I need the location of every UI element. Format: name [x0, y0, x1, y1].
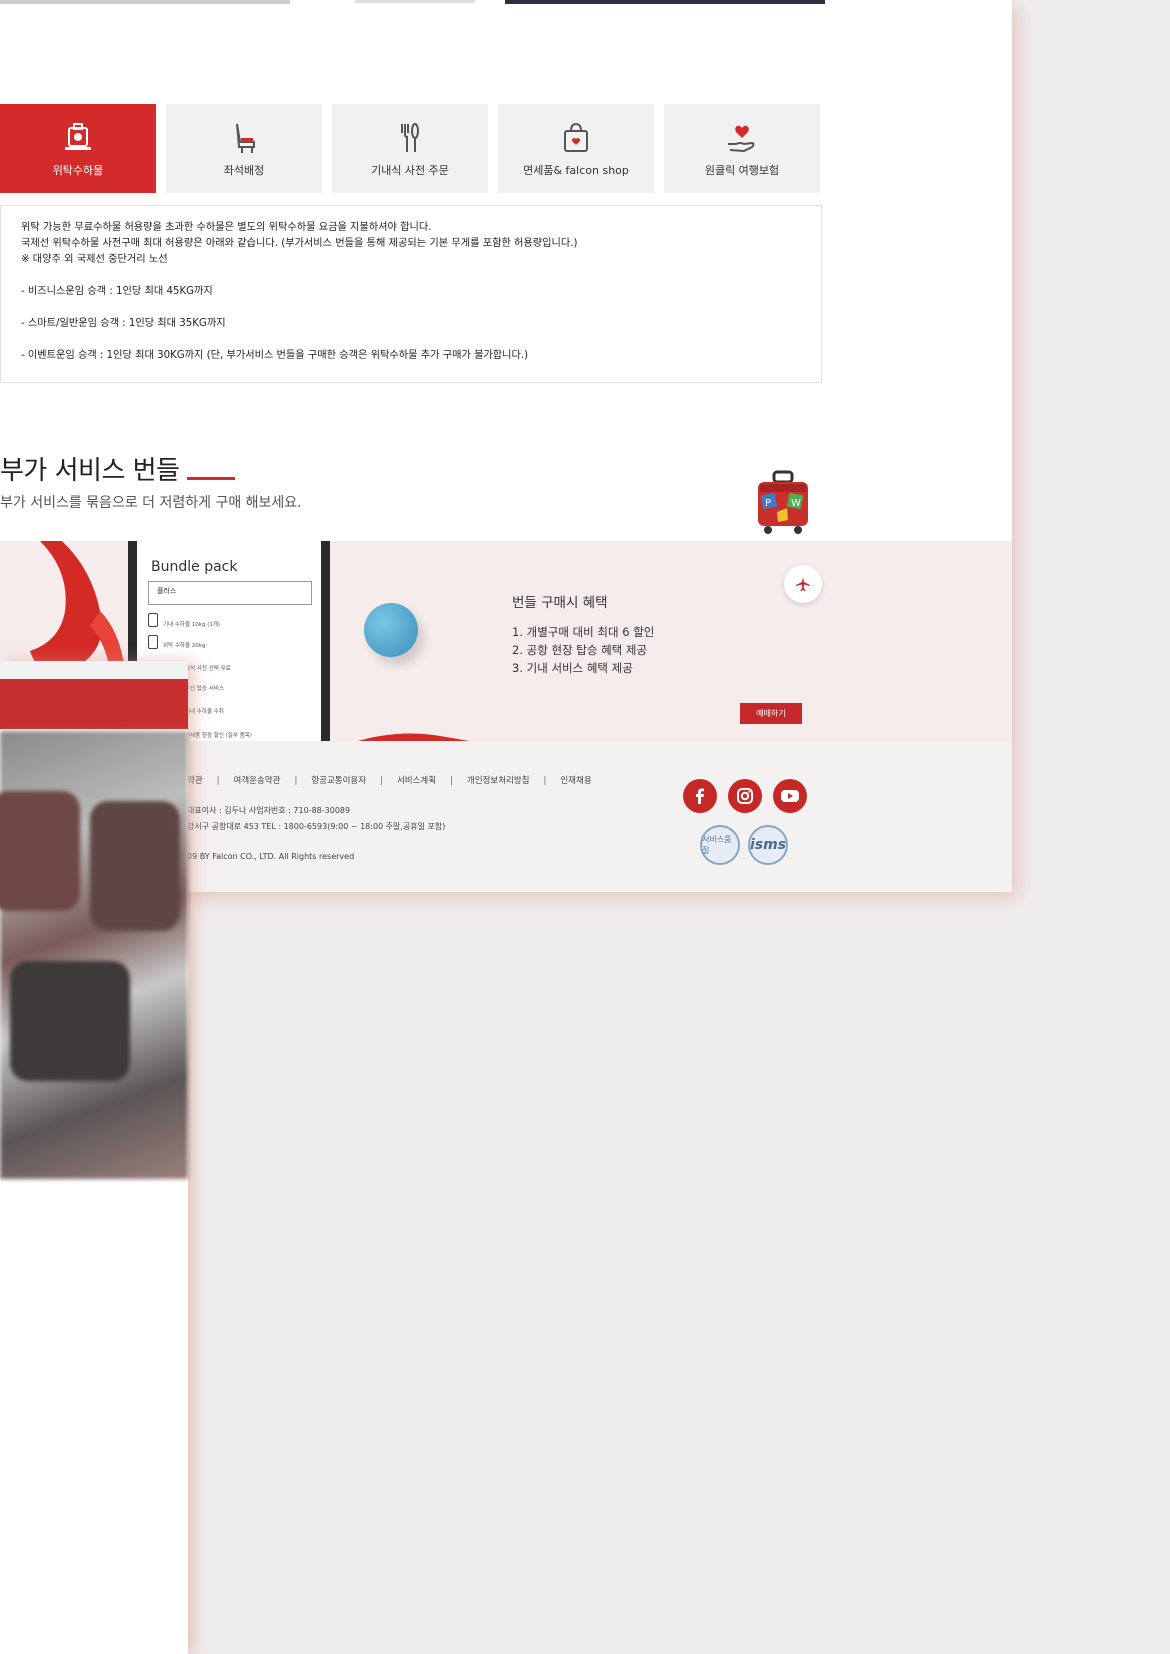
- phone-row: 좌석 사전 선택 무료: [185, 666, 231, 672]
- service-quality-cert-badge: 서비스품질: [700, 825, 740, 865]
- tab-seat[interactable]: 좌석배정: [166, 104, 322, 193]
- phone-plan-label: 플러스: [157, 587, 177, 595]
- footer-link-privacy[interactable]: 개인정보처리방침: [467, 776, 530, 786]
- svg-text:P: P: [765, 498, 771, 509]
- luggage-icon: [148, 635, 158, 649]
- benefit-title: 번들 구매시 혜택: [512, 595, 608, 611]
- ribbon-decoration: [358, 733, 470, 741]
- info-text: ※ 대양주 외 국제선 중단거리 노선: [21, 254, 168, 265]
- shopping-bag-icon: [564, 122, 588, 152]
- svg-text:W: W: [791, 498, 801, 509]
- tab-label: 위탁수하물: [52, 163, 104, 177]
- youtube-icon: [781, 790, 799, 802]
- info-business-fare: - 비즈니스운임 승객 : 1인당 최대 45KG까지: [21, 286, 213, 297]
- seat-shape: [0, 791, 80, 911]
- facebook-icon: [696, 788, 704, 804]
- phone-row: 면세품 현장 할인 (일부 품목): [185, 733, 252, 739]
- phone-plan-box: 플러스: [148, 581, 312, 605]
- phone-row: 기내 수하물 수취: [185, 709, 224, 715]
- footer-link-careers[interactable]: 인재채용: [560, 776, 591, 786]
- seat-icon: [236, 123, 255, 153]
- tab-travel-insurance[interactable]: 원클릭 여행보험: [664, 104, 820, 193]
- info-text: 위탁 가능한 무료수하물 허용량을 초과한 수하물은 별도의 위탁수하물 요금을…: [21, 222, 432, 233]
- footer-link-service-plan[interactable]: 서비스계획: [397, 776, 436, 786]
- meal-icon: [401, 122, 419, 152]
- benefit-item: 2. 공항 현장 탑승 혜택 제공: [512, 643, 648, 657]
- luggage-icon: [148, 613, 158, 627]
- instagram-icon: [737, 788, 753, 804]
- top-divider: [0, 0, 290, 4]
- airplane-cabin-photo: [0, 731, 188, 1179]
- title-underline: [187, 477, 235, 480]
- cert-label: isms: [749, 837, 787, 853]
- cert-label: 서비스품질: [702, 835, 732, 855]
- phone-title: Bundle pack: [151, 559, 238, 575]
- tab-duty-free-shop[interactable]: 면세품& falcon shop: [498, 104, 654, 193]
- instagram-button[interactable]: [728, 779, 762, 813]
- service-tabs: 위탁수하물 좌석배정 기내식 사전 주문 면세품& falcon shop 원클…: [0, 104, 820, 193]
- tab-label: 기내식 사전 주문: [371, 163, 449, 177]
- preview-red-banner: [0, 679, 188, 729]
- tab-checked-baggage[interactable]: 위탁수하물: [0, 104, 156, 193]
- preview-header-bar: [0, 661, 188, 680]
- airplane-icon: [796, 577, 810, 591]
- benefit-item: 3. 기내 서비스 혜택 제공: [512, 661, 633, 675]
- info-text: 국제선 위탁수하물 사전구매 최대 허용량은 아래와 같습니다. (부가서비스 …: [21, 238, 578, 249]
- phone-row: 위탁 수하물 20kg: [163, 643, 206, 649]
- isms-cert-badge: isms: [748, 825, 788, 865]
- footer-link-air-passenger[interactable]: 항공교통이용자: [311, 776, 366, 786]
- tab-label: 면세품& falcon shop: [523, 163, 629, 177]
- flight-button[interactable]: [784, 565, 822, 603]
- top-dark-bar: [505, 0, 825, 4]
- suitcase-icon: P W: [758, 470, 808, 534]
- top-divider: [355, 0, 475, 3]
- footer-links: 약관 | 여객운송약관 | 항공교통이용자 | 서비스계획 | 개인정보처리방침 | 인재채용: [187, 776, 592, 786]
- tab-label: 좌석배정: [223, 163, 265, 177]
- baggage-info-box: 위탁 가능한 무료수하물 허용량을 초과한 수하물은 별도의 위탁수하물 요금을…: [0, 205, 822, 383]
- phone-row: 우선 탑승 서비스: [185, 686, 224, 692]
- benefit-item: 1. 개별구매 대비 최대 6 할인: [512, 625, 655, 639]
- section-title: 부가 서비스 번들: [0, 456, 180, 486]
- phone-row: 기내 수하물 10kg (1개): [163, 622, 221, 628]
- seat-shape: [90, 801, 180, 931]
- overlapping-page-preview: [0, 661, 188, 1654]
- seat-shape: [10, 961, 130, 1081]
- company-info: 대표이사 : 김두나 사업자번호 : 710-88-30089: [187, 806, 351, 815]
- facebook-button[interactable]: [683, 779, 717, 813]
- info-smart-fare: - 스마트/일반운임 승객 : 1인당 최대 35KG까지: [21, 318, 226, 329]
- footer-link-carriage-terms[interactable]: 여객운송약관: [234, 776, 281, 786]
- tab-label: 원클릭 여행보험: [704, 163, 780, 177]
- youtube-button[interactable]: [773, 779, 807, 813]
- baggage-icon: [65, 122, 91, 150]
- copyright: 09 BY Falcon CO., LTD. All Rights reserv…: [187, 852, 355, 861]
- footer-link-terms[interactable]: 약관: [187, 776, 203, 786]
- benefit-list: 1. 개별구매 대비 최대 6 할인 2. 공항 현장 탑승 혜택 제공 3. …: [512, 623, 654, 677]
- insurance-heart-icon: [728, 125, 755, 152]
- address-info: 강서구 공항대로 453 TEL : 1800-6593(9:00 ~ 18:0…: [187, 822, 446, 831]
- reserve-button[interactable]: 예매하기: [740, 703, 802, 724]
- section-subtitle: 부가 서비스를 묶음으로 더 저렴하게 구매 해보세요.: [0, 495, 302, 511]
- ball-decoration: [364, 603, 418, 657]
- tab-meal[interactable]: 기내식 사전 주문: [332, 104, 488, 193]
- info-event-fare: - 이벤트운임 승객 : 1인당 최대 30KG까지 (단, 부가서비스 번들을…: [21, 350, 529, 361]
